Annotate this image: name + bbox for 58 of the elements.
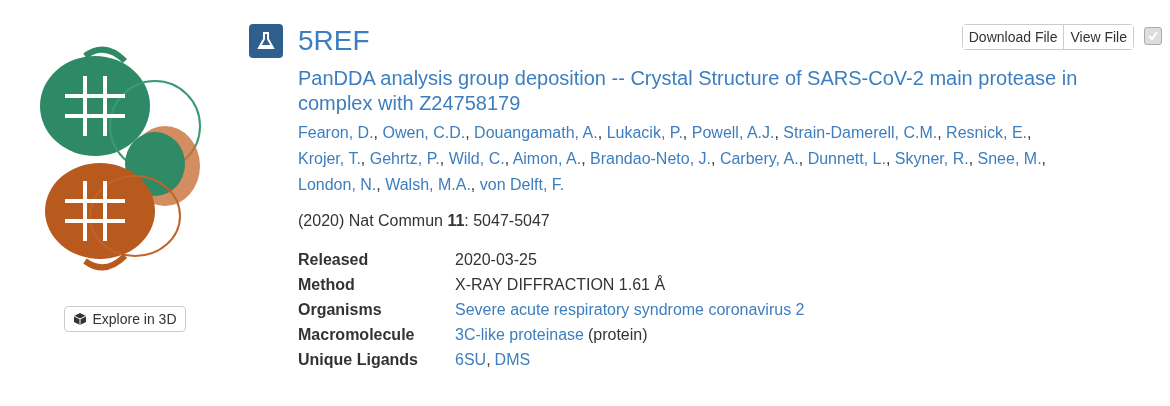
author-link[interactable]: Dunnett, L. (807, 150, 886, 167)
author-link[interactable]: Douangamath, A. (474, 124, 598, 141)
author-link[interactable]: Lukacik, P. (606, 124, 683, 141)
detail-label: Macromolecule (298, 326, 416, 344)
author-link[interactable]: Snee, M. (977, 150, 1042, 167)
author-link[interactable]: Gehrtz, P. (369, 150, 440, 167)
author-link[interactable]: Carbery, A. (719, 150, 799, 167)
detail-label: Organisms (298, 301, 383, 319)
detail-label: Released (298, 251, 370, 269)
separator: , (470, 176, 476, 193)
value-link[interactable]: 6SU (455, 351, 487, 369)
flask-icon (249, 24, 283, 58)
separator: , (373, 124, 379, 141)
separator: , (774, 124, 779, 141)
entry-id-link[interactable]: 5REF (298, 25, 370, 57)
separator: , (1027, 124, 1032, 141)
author-link[interactable]: London, N. (298, 176, 377, 193)
author-link[interactable]: Walsh, M.A. (385, 176, 471, 193)
separator: , (360, 150, 366, 167)
author-link[interactable]: Fearon, D. (298, 124, 374, 141)
entry-title-link[interactable]: PanDDA analysis group deposition -- Crystal Structure of SARS-CoV-2 main protease in complex with Z24758179 (298, 66, 1088, 116)
cube-icon (73, 312, 88, 326)
author-link[interactable]: von Delft, F. (479, 176, 565, 193)
detail-label: Method (298, 276, 356, 294)
author-link[interactable]: Resnick, E. (946, 124, 1027, 141)
separator: , (465, 124, 470, 141)
author-link[interactable]: Owen, C.D. (382, 124, 466, 141)
detail-label: Unique Ligands (298, 351, 419, 369)
author-link[interactable]: Wild, C. (448, 150, 505, 167)
separator: , (937, 124, 942, 141)
separator: , (968, 150, 974, 167)
author-link[interactable]: Aimon, A. (512, 150, 582, 167)
citation: (2020) Nat Commun 11: 5047-5047 (298, 212, 551, 230)
separator: , (376, 176, 381, 193)
separator: , (439, 150, 445, 167)
author-link[interactable]: Brandao-Neto, J. (590, 150, 711, 167)
separator: , (597, 124, 603, 141)
detail-value: , (486, 351, 491, 369)
detail-value: 2020-03-25 (455, 251, 537, 269)
author-link[interactable]: Krojer, T. (298, 150, 361, 167)
value-link[interactable]: Severe acute respiratory syndrome coronavirus 2 (455, 301, 805, 319)
file-button[interactable]: View File (1063, 25, 1133, 49)
author-link[interactable]: Powell, A.J. (691, 124, 775, 141)
separator: , (1041, 150, 1047, 167)
separator: , (682, 124, 688, 141)
explore-button[interactable]: Explore in 3D (64, 306, 186, 332)
separator: , (711, 150, 716, 167)
checkmark-icon (1147, 30, 1159, 42)
separator: , (885, 150, 891, 167)
separator: , (581, 150, 586, 167)
author-link[interactable]: Skyner, R. (894, 150, 969, 167)
detail-value: (protein) (587, 326, 648, 344)
separator: , (798, 150, 804, 167)
value-link[interactable]: 3C-like proteinase (455, 326, 584, 344)
separator: , (504, 150, 510, 167)
value-link[interactable]: DMS (494, 351, 531, 369)
author-link[interactable]: Strain-Damerell, C.M. (783, 124, 938, 141)
detail-value: X-RAY DIFFRACTION 1.61 Å (455, 276, 666, 294)
